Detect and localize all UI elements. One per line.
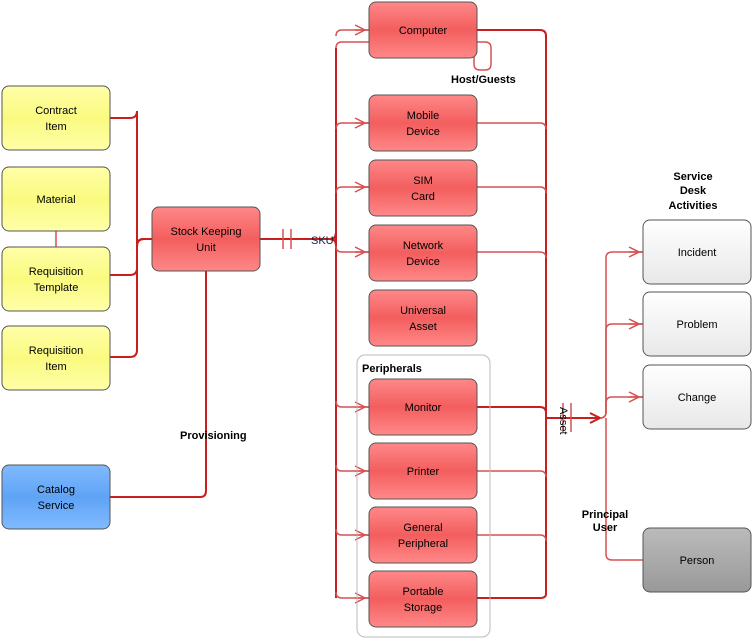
entity-label: Device — [406, 126, 440, 138]
provisioning-label: Provisioning — [180, 430, 247, 442]
service-desk-label-3: Activities — [669, 200, 718, 212]
relationship-line — [110, 271, 207, 498]
entity-sku[interactable]: Stock Keeping Unit — [151, 206, 261, 272]
entity-label: Portable — [403, 586, 444, 598]
entity-label: SIM — [413, 175, 433, 187]
relationship-line — [335, 41, 369, 49]
relationship-line — [628, 318, 643, 330]
relationship-line — [354, 246, 369, 258]
entity-label: Requisition — [29, 266, 83, 278]
entity-label: Change — [678, 392, 717, 404]
host-guests-label: Host/Guests — [451, 74, 516, 86]
principal-user-label-2: User — [593, 522, 618, 534]
relationship-line — [477, 470, 547, 478]
sku-label: SKU — [311, 235, 334, 247]
entity-label: Printer — [407, 466, 440, 478]
entity-label: Incident — [678, 247, 717, 259]
relationship-line — [599, 396, 643, 419]
relationship-line — [110, 110, 152, 247]
entity-requisition-template[interactable]: Requisition Template — [1, 246, 111, 312]
er-diagram: ContractItemMaterialRequisitionTemplateR… — [1, 1, 752, 638]
entity-label: Asset — [409, 321, 437, 333]
entity-change[interactable]: Change — [642, 364, 752, 430]
entity-network-device[interactable]: Network Device — [368, 224, 478, 282]
principal-user-label-1: Principal — [582, 509, 628, 521]
entity-label: Contract — [35, 105, 77, 117]
relationship-line — [628, 391, 643, 403]
relationship-line — [605, 418, 643, 561]
entity-label: Service — [38, 500, 75, 512]
entity-label: Computer — [399, 25, 448, 37]
entity-label: Universal — [400, 305, 446, 317]
entity-label: Monitor — [405, 402, 442, 414]
relationship-line — [110, 238, 152, 358]
entity-requisition-item[interactable]: Requisition Item — [1, 325, 111, 391]
entity-label: Peripheral — [398, 538, 448, 550]
entity-printer[interactable]: Printer — [368, 442, 478, 500]
entity-label: Item — [45, 361, 66, 373]
entity-catalog-service[interactable]: Catalog Service — [1, 464, 111, 530]
relationship-line — [477, 29, 547, 599]
relationship-line — [477, 186, 547, 194]
entity-portable-storage[interactable]: Portable Storage — [368, 570, 478, 628]
relationship-line — [628, 246, 643, 258]
relationship-line — [354, 117, 369, 129]
entity-label: Unit — [196, 242, 216, 254]
relationship-line — [477, 251, 547, 259]
entity-label: Card — [411, 191, 435, 203]
entity-monitor[interactable]: Monitor — [368, 378, 478, 436]
entity-sim-card[interactable]: SIM Card — [368, 159, 478, 217]
entity-label: Requisition — [29, 345, 83, 357]
asset-label: Asset — [557, 407, 569, 435]
entity-universal-asset[interactable]: Universal Asset — [368, 289, 478, 347]
entity-incident[interactable]: Incident — [642, 219, 752, 285]
entity-label: Item — [45, 121, 66, 133]
entity-label: Stock Keeping — [171, 226, 242, 238]
entity-label: Network — [403, 240, 444, 252]
entity-label: Material — [36, 194, 75, 206]
entity-person[interactable]: Person — [642, 527, 752, 593]
relationship-line — [354, 24, 369, 36]
entity-label: Template — [34, 282, 79, 294]
service-desk-label-2: Desk — [680, 185, 707, 197]
service-desk-label-1: Service — [673, 171, 712, 183]
entity-computer[interactable]: Computer — [368, 1, 478, 59]
entity-contract-item[interactable]: Contract Item — [1, 85, 111, 151]
relationship-line — [110, 238, 152, 276]
entity-general-peripheral[interactable]: General Peripheral — [368, 506, 478, 564]
peripherals-label: Peripherals — [362, 363, 422, 375]
relationship-line — [477, 534, 547, 542]
entity-label: General — [403, 522, 442, 534]
entity-label: Catalog — [37, 484, 75, 496]
relationship-line — [477, 406, 600, 419]
entity-label: Person — [680, 555, 715, 567]
entity-mobile-device[interactable]: Mobile Device — [368, 94, 478, 152]
entity-material[interactable]: Material — [1, 166, 111, 232]
relationship-line — [354, 181, 369, 193]
relationship-line — [477, 122, 547, 130]
entity-label: Storage — [404, 602, 443, 614]
entity-label: Problem — [677, 319, 718, 331]
entity-label: Device — [406, 256, 440, 268]
entity-label: Mobile — [407, 110, 439, 122]
entity-problem[interactable]: Problem — [642, 291, 752, 357]
